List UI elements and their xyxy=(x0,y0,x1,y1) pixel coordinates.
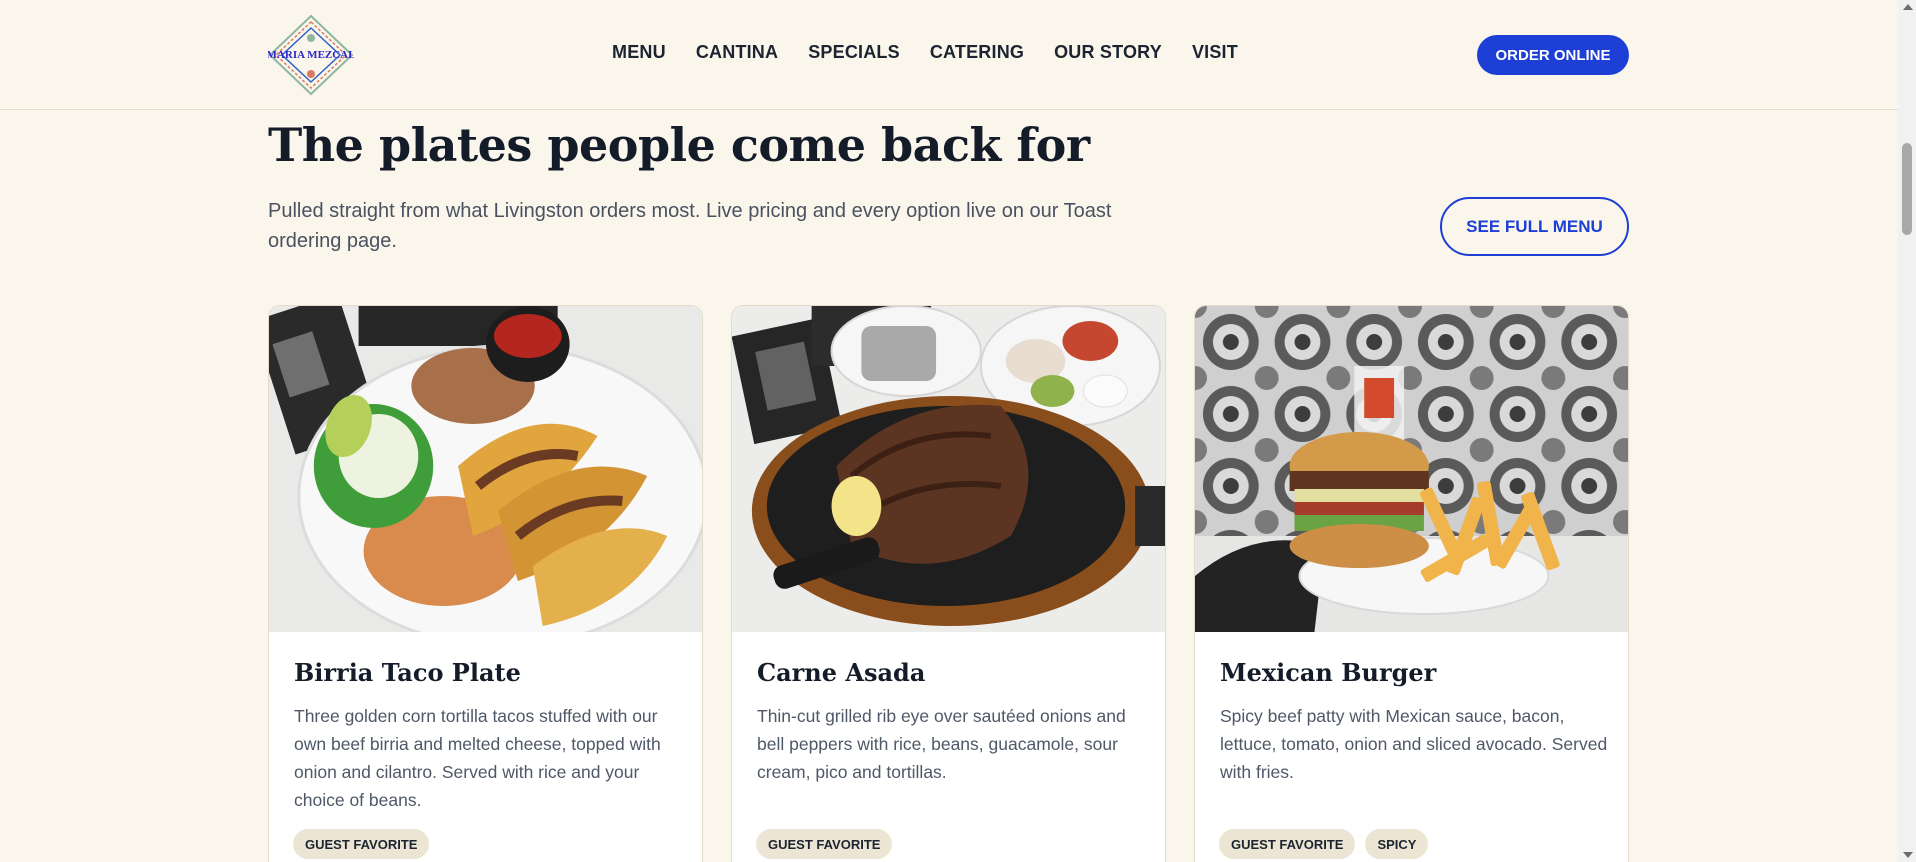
section-subtitle: Pulled straight from what Livingston ord… xyxy=(268,200,1112,252)
birria-taco-plate-photo xyxy=(269,306,702,632)
tag-badge: GUEST FAVORITE xyxy=(1219,829,1356,859)
tag-badge: SPICY xyxy=(1365,829,1429,859)
card-description: Three golden corn tortilla tacos stuffed… xyxy=(294,706,661,810)
card-title: Carne Asada xyxy=(757,658,926,687)
logo[interactable]: MARIA MEZCAL xyxy=(268,14,354,96)
tag-badge: GUEST FAVORITE xyxy=(756,829,893,859)
see-full-menu-button[interactable]: SEE FULL MENU xyxy=(1440,197,1629,256)
page: MARIA MEZCAL MENU CANTINA SPECIALS CATER… xyxy=(0,0,1916,862)
card-description: Thin-cut grilled rib eye over sautéed on… xyxy=(757,706,1126,782)
nav-cantina[interactable]: CANTINA xyxy=(696,42,778,63)
section-title: The plates people come back for xyxy=(268,118,1090,172)
menu-card-carne-asada[interactable]: Carne Asada Thin-cut grilled rib eye ove… xyxy=(731,305,1166,862)
page-scrollbar[interactable] xyxy=(1898,0,1916,862)
card-description: Spicy beef patty with Mexican sauce, bac… xyxy=(1220,706,1608,782)
logo-text: MARIA MEZCAL xyxy=(268,49,354,61)
card-title: Birria Taco Plate xyxy=(294,658,521,687)
carne-asada-photo xyxy=(732,306,1165,632)
logo-mark-icon: MARIA MEZCAL xyxy=(268,14,354,96)
card-title: Mexican Burger xyxy=(1220,658,1437,687)
nav-visit[interactable]: VISIT xyxy=(1192,42,1238,63)
site-header: MARIA MEZCAL MENU CANTINA SPECIALS CATER… xyxy=(0,0,1898,110)
card-tags: GUEST FAVORITE xyxy=(293,829,430,859)
card-tags: GUEST FAVORITE SPICY xyxy=(1219,829,1429,859)
scroll-thumb[interactable] xyxy=(1902,143,1912,235)
nav-specials[interactable]: SPECIALS xyxy=(808,42,900,63)
nav-menu[interactable]: MENU xyxy=(612,42,666,63)
menu-card-birria[interactable]: Birria Taco Plate Three golden corn tort… xyxy=(268,305,703,862)
main-nav: MENU CANTINA SPECIALS CATERING OUR STORY… xyxy=(612,42,1238,63)
menu-card-mexican-burger[interactable]: Mexican Burger Spicy beef patty with Mex… xyxy=(1194,305,1629,862)
card-tags: GUEST FAVORITE xyxy=(756,829,893,859)
mexican-burger-photo xyxy=(1195,306,1628,632)
order-online-button[interactable]: ORDER ONLINE xyxy=(1477,35,1629,75)
tag-badge: GUEST FAVORITE xyxy=(293,829,430,859)
scroll-up-arrow-icon[interactable] xyxy=(1903,4,1913,10)
scroll-down-arrow-icon[interactable] xyxy=(1903,852,1913,858)
nav-our-story[interactable]: OUR STORY xyxy=(1054,42,1162,63)
nav-catering[interactable]: CATERING xyxy=(930,42,1024,63)
